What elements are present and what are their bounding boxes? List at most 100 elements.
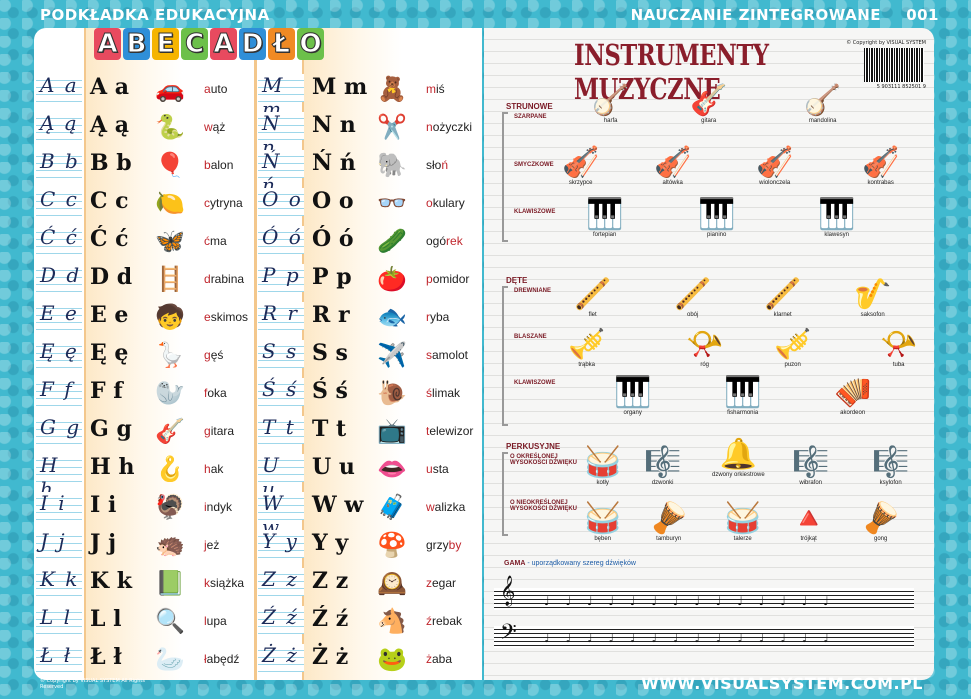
alphabet-title-letter: A xyxy=(210,28,237,60)
oboe: 🪈 obój xyxy=(674,277,712,319)
barcode xyxy=(864,48,924,82)
word-picture-icon: 🍅 xyxy=(377,265,407,293)
trumpet-icon: 🎺 xyxy=(568,327,606,362)
word-picture-icon: 🧳 xyxy=(377,493,407,521)
handwriting-letters: M m xyxy=(258,73,304,121)
guitar-icon: 🎸 xyxy=(690,83,728,118)
mandolin: 🪕 mandolina xyxy=(804,83,842,125)
word-picture-icon: 👓 xyxy=(377,189,407,217)
barcode-number: 5 903111 852501 9 xyxy=(876,84,926,90)
handwriting-letters: W w xyxy=(258,491,304,539)
alphabet-row: U u U u 👄 usta xyxy=(34,450,482,501)
section-nieokreslonej: O NIEOKREŚLONEJ WYSOKOŚCI DŹWIĘKU xyxy=(510,500,577,512)
double-bass-icon: 🎻 xyxy=(862,145,900,180)
alphabet-title-letter: O xyxy=(297,28,324,60)
alphabet-row: M m M m 🧸 miś xyxy=(34,70,482,121)
xylophone-icon: 🎼 xyxy=(872,445,910,480)
violin-icon: 🎻 xyxy=(562,145,600,180)
footer-website: WWW.VISUALSYSTEM.COM.PL xyxy=(641,674,923,693)
word-picture-icon: 🐸 xyxy=(377,645,407,673)
vibraphone: 🎼 wibrafon xyxy=(792,445,830,487)
alphabet-row: Ń ń Ń ń 🐘 słoń xyxy=(34,146,482,197)
xylophone: 🎼 ksylofon xyxy=(872,445,910,487)
word-picture-icon: 🕰️ xyxy=(377,569,407,597)
word-picture-icon: 🐟 xyxy=(377,303,407,331)
gong: 🪘 gong xyxy=(862,501,900,543)
harmonium: 🎹 fisharmonia xyxy=(724,375,762,417)
example-word: ogórek xyxy=(426,234,463,248)
handwriting-letters: Ś ś xyxy=(258,377,304,406)
printed-letters: Ż ż xyxy=(312,644,349,670)
alphabet-title-letter: E xyxy=(152,28,179,60)
handwriting-letters: U u xyxy=(258,453,304,501)
example-word: miś xyxy=(426,82,445,96)
alphabet-row: S s S s ✈️ samolot xyxy=(34,336,482,374)
tambourine-icon: 🪘 xyxy=(650,501,688,536)
section-perkusyjne: PERKUSYJNE xyxy=(506,442,561,451)
alphabet-title-letter: Ł xyxy=(268,28,295,60)
grand-piano-icon: 🎹 xyxy=(586,197,624,232)
handwriting-letters: Ż ż xyxy=(258,643,304,672)
word-picture-icon: 🐴 xyxy=(377,607,407,635)
copyright-note: © Copyright by VISUAL SYSTEM xyxy=(846,40,926,46)
alphabet-row: Ź ź Ź ź 🐴 źrebak xyxy=(34,602,482,640)
printed-letters: Z z xyxy=(312,568,349,594)
footer-copyright: © Copyright by VISUAL SYSTEM All Rights … xyxy=(40,678,145,690)
example-word: źrebak xyxy=(426,614,463,628)
printed-letters: W w xyxy=(312,492,364,518)
drum-icon: 🥁 xyxy=(584,501,622,536)
grand-piano: 🎹 fortepian xyxy=(586,197,624,239)
section-strunowe: STRUNOWE xyxy=(506,102,553,111)
example-word: pomidor xyxy=(426,272,470,286)
glockenspiel-icon: 🎼 xyxy=(644,445,682,480)
handwriting-letters: O o xyxy=(258,187,304,216)
accordion-icon: 🪗 xyxy=(834,375,872,410)
example-word: ślimak xyxy=(426,386,461,400)
oboe-icon: 🪈 xyxy=(674,277,712,312)
flute-icon: 🪈 xyxy=(574,277,612,312)
word-picture-icon: 🐘 xyxy=(377,151,407,179)
bass-clef-icon: 𝄢 xyxy=(500,620,517,650)
example-word: walizka xyxy=(426,500,466,514)
guitar: 🎸 gitara xyxy=(690,83,728,125)
printed-letters: Ź ź xyxy=(312,606,349,632)
mandolin-icon: 🪕 xyxy=(804,83,842,118)
example-word: okulary xyxy=(426,196,465,210)
upright-piano: 🎹 pianino xyxy=(698,197,736,239)
handwriting-letters: N n xyxy=(258,111,304,159)
harp-icon: 🪕 xyxy=(592,83,630,118)
tambourine: 🪘 tamburyn xyxy=(650,501,688,543)
tubular-bells-icon: 🔔 xyxy=(719,437,758,472)
gama-label: GAMA - uporządkowany szereg dźwięków xyxy=(504,560,636,567)
gong-icon: 🪘 xyxy=(862,501,900,536)
top-bar: PODKŁADKA EDUKACYJNA NAUCZANIE ZINTEGROW… xyxy=(40,6,939,28)
trombone: 🎺 puzon xyxy=(774,327,812,369)
alphabet-row: W w W w 🧳 walizka xyxy=(34,488,482,539)
tubular-bells: 🔔 dzwony orkiestrowe xyxy=(712,437,765,479)
timpani-icon: 🥁 xyxy=(584,445,622,480)
handwriting-letters: Y y xyxy=(258,529,304,558)
french-horn: 📯 róg xyxy=(686,327,724,369)
organ: 🎹 organy xyxy=(614,375,652,417)
alphabet-row: R r R r 🐟 ryba xyxy=(34,298,482,336)
example-word: słoń xyxy=(426,158,449,172)
vibraphone-icon: 🎼 xyxy=(792,445,830,480)
alphabet-row: Ż ż Ż ż 🐸 żaba xyxy=(34,640,482,678)
handwriting-letters: Ź ź xyxy=(258,605,304,634)
handwriting-letters: Z z xyxy=(258,567,304,596)
section-okreslonej: O OKREŚLONEJ WYSOKOŚCI DŹWIĘKU xyxy=(510,454,577,466)
organ-icon: 🎹 xyxy=(614,375,652,410)
accordion: 🪗 akordeon xyxy=(834,375,872,417)
handwriting-letters: S s xyxy=(258,339,304,368)
violin: 🎻 skrzypce xyxy=(562,145,600,187)
example-word: zegar xyxy=(426,576,457,590)
alphabet-panel: ABECADŁO A aA a 🚗 auto Ą ąĄ ą 🐍 wąż B bB b 🎈 bal… xyxy=(34,28,482,680)
printed-letters: R r xyxy=(312,302,350,328)
alphabet-title-letter: B xyxy=(123,28,150,60)
example-word: nożyczki xyxy=(426,120,473,134)
timpani: 🥁 kotły xyxy=(584,445,622,487)
header-left-title: PODKŁADKA EDUKACYJNA xyxy=(40,6,270,24)
harpsichord-icon: 🎹 xyxy=(818,197,856,232)
cymbals: 🥁 talerze xyxy=(724,501,762,543)
saxophone: 🎷 saksofon xyxy=(854,277,892,319)
